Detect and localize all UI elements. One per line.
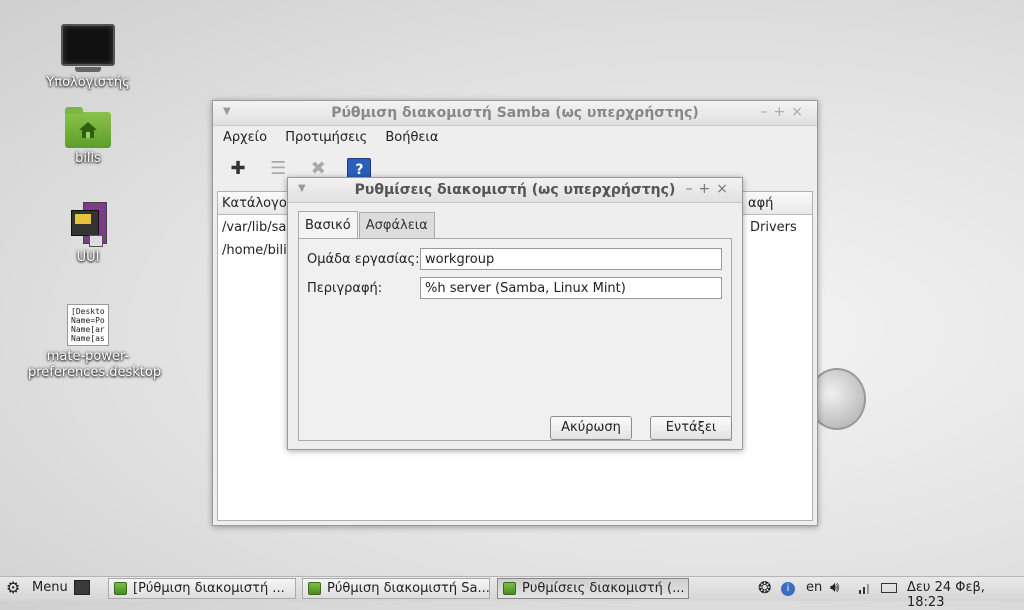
clock[interactable]: Δευ 24 Φεβ, 18:23: [907, 580, 1024, 610]
file-preview-line: [Deskto: [71, 307, 105, 316]
start-menu-button[interactable]: Menu: [32, 580, 68, 595]
battery-icon[interactable]: [881, 583, 897, 593]
desktop-file-icon: [Deskto Name=Po Name[ar Name[as: [67, 304, 109, 346]
description-input[interactable]: [420, 277, 722, 299]
desktop-icon-power-preferences[interactable]: [Deskto Name=Po Name[ar Name[as mate-power-…: [28, 304, 162, 381]
menu-file[interactable]: Αρχείο: [223, 126, 267, 145]
volume-icon[interactable]: 🔊︎: [830, 578, 839, 596]
info-shield-icon[interactable]: i: [781, 582, 795, 596]
update-manager-icon[interactable]: ❂: [758, 578, 771, 597]
taskbar-item-label: Ρύθμιση διακομιστή Sa...: [327, 581, 490, 596]
ok-button[interactable]: Εντάξει: [650, 416, 732, 440]
computer-icon: [61, 24, 115, 72]
file-preview-line: Name[ar: [71, 325, 105, 334]
close-icon[interactable]: ×: [791, 104, 809, 120]
menu-preferences[interactable]: Προτιμήσεις: [285, 126, 367, 145]
column-header-description[interactable]: αφή: [748, 196, 773, 211]
samba-app-icon: [503, 582, 516, 595]
main-window-titlebar[interactable]: ▼ Ρύθμιση διακομιστή Samba (ως υπερχρήστ…: [213, 101, 817, 126]
workgroup-label: Ομάδα εργασίας:: [307, 252, 420, 267]
table-row-desc[interactable]: Drivers: [750, 220, 797, 235]
keyboard-layout-indicator[interactable]: en: [806, 580, 822, 595]
desktop-icon-home[interactable]: bilis: [28, 107, 148, 166]
tab-basic[interactable]: Βασικό: [298, 211, 358, 239]
add-icon[interactable]: ✚: [227, 158, 249, 180]
taskbar: ⚙ Menu [Ρύθμιση διακομιστή ... Ρύθμιση δ…: [0, 576, 1024, 610]
workgroup-input[interactable]: [420, 248, 722, 270]
home-folder-icon: [65, 107, 111, 148]
tab-panel-basic: Ομάδα εργασίας: Περιγραφή:: [298, 238, 732, 441]
menubar: Αρχείο Προτιμήσεις Βοήθεια: [213, 126, 817, 150]
taskbar-item-label: [Ρύθμιση διακομιστή ...: [133, 581, 285, 596]
taskbar-item-label: Ρυθμίσεις διακομιστή (...: [522, 581, 685, 596]
minimize-icon[interactable]: –: [761, 104, 774, 120]
terminal-launcher-icon[interactable]: [74, 580, 90, 595]
cancel-button[interactable]: Ακύρωση: [550, 416, 632, 440]
description-label: Περιγραφή:: [307, 281, 383, 296]
menu-help[interactable]: Βοήθεια: [385, 126, 438, 145]
desktop-icon-uui[interactable]: UUI: [28, 202, 148, 265]
desktop-icon-label-line: preferences.desktop: [28, 365, 162, 380]
samba-app-icon: [308, 582, 321, 595]
dialog-title: Ρυθμίσεις διακομιστή (ως υπερχρήστης): [354, 182, 676, 198]
desktop-icon-label: bilis: [75, 151, 101, 166]
file-preview-line: Name=Po: [71, 316, 105, 325]
column-header-directory[interactable]: Κατάλογος: [222, 196, 294, 211]
taskbar-item[interactable]: [Ρύθμιση διακομιστή ...: [108, 578, 296, 599]
dialog-titlebar[interactable]: ▼ Ρυθμίσεις διακομιστή (ως υπερχρήστης) …: [288, 178, 742, 203]
properties-icon[interactable]: ☰: [267, 158, 289, 180]
dialog-tabs: Βασικό Ασφάλεια: [298, 210, 436, 239]
desktop-icon-label: UUI: [76, 250, 100, 265]
close-icon[interactable]: ×: [716, 181, 734, 197]
server-settings-dialog: ▼ Ρυθμίσεις διακομιστή (ως υπερχρήστης) …: [287, 177, 743, 450]
network-signal-icon[interactable]: [858, 580, 872, 598]
window-controls: –+×: [761, 104, 809, 120]
maximize-icon[interactable]: +: [774, 104, 792, 120]
desktop-icon-label: Υπολογιστής: [46, 75, 130, 90]
tab-security[interactable]: Ασφάλεια: [358, 212, 435, 238]
file-preview-line: Name[as: [71, 334, 105, 343]
taskbar-item-active[interactable]: Ρυθμίσεις διακομιστή (...: [497, 578, 689, 599]
desktop-icon-label-line: mate-power-: [46, 349, 130, 364]
main-window-title: Ρύθμιση διακομιστή Samba (ως υπερχρήστης…: [331, 105, 699, 121]
sd-card-icon: [69, 202, 107, 247]
samba-app-icon: [114, 582, 127, 595]
desktop-icon-computer[interactable]: Υπολογιστής: [28, 24, 148, 90]
desktop-icon-label: mate-power- preferences.desktop: [28, 349, 162, 381]
taskbar-item[interactable]: Ρύθμιση διακομιστή Sa...: [302, 578, 490, 599]
menu-gear-icon[interactable]: ⚙: [6, 578, 20, 597]
minimize-icon[interactable]: –: [686, 181, 699, 197]
maximize-icon[interactable]: +: [699, 181, 717, 197]
window-controls: –+×: [686, 181, 734, 197]
